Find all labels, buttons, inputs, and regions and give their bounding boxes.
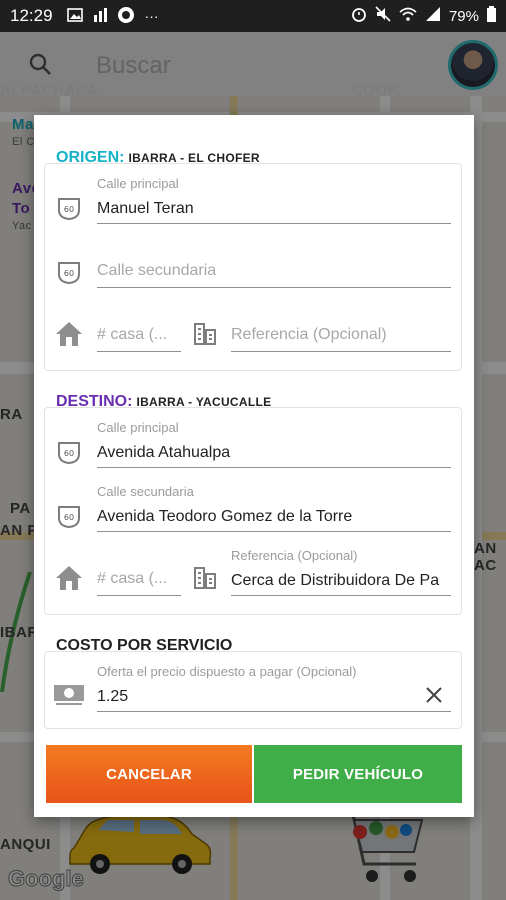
svg-text:60: 60 — [64, 205, 74, 214]
destination-main-street-label: Calle principal — [97, 420, 179, 435]
destination-reference-field[interactable]: Referencia (Opcional) Cerca de Distribui… — [231, 548, 451, 596]
clear-icon[interactable] — [425, 686, 443, 709]
destination-reference-label: Referencia (Opcional) — [231, 548, 358, 563]
price-offer-label: Oferta el precio dispuesto a pagar (Opci… — [97, 664, 357, 679]
money-icon — [53, 682, 85, 713]
destination-main-street-field[interactable]: Calle principal Avenida Atahualpa — [97, 420, 451, 468]
battery-percent: 79% — [448, 7, 479, 25]
signal-icon — [425, 7, 441, 25]
more-notifications-icon: ··· — [144, 8, 159, 24]
svg-text:60: 60 — [64, 449, 74, 458]
status-time: 12:29 — [10, 6, 53, 25]
mute-icon — [375, 6, 391, 26]
battery-icon — [487, 6, 496, 26]
origin-secondary-street-field[interactable]: Calle secundaria — [97, 240, 451, 288]
alarm-icon — [351, 6, 367, 26]
svg-text:60: 60 — [64, 513, 74, 522]
street-sign-icon: 60 — [57, 260, 81, 289]
cost-group: Oferta el precio dispuesto a pagar (Opci… — [44, 651, 462, 729]
street-sign-icon: 60 — [57, 440, 81, 469]
price-offer-value: 1.25 — [97, 688, 129, 705]
building-icon — [193, 566, 217, 595]
cancel-button[interactable]: CANCELAR — [46, 745, 252, 803]
origin-house-number-field[interactable]: # casa (... — [97, 304, 181, 352]
street-sign-icon: 60 — [57, 504, 81, 533]
destination-secondary-street-label: Calle secundaria — [97, 484, 194, 499]
origin-main-street-field[interactable]: Calle principal Manuel Teran — [97, 176, 451, 224]
svg-text:60: 60 — [64, 269, 74, 278]
building-icon — [193, 322, 217, 351]
origin-secondary-street-placeholder: Calle secundaria — [97, 262, 217, 279]
destination-group: 60 Calle principal Avenida Atahualpa 60 … — [44, 407, 462, 615]
destination-house-placeholder: # casa (... — [97, 570, 168, 587]
destination-secondary-street-value: Avenida Teodoro Gomez de la Torre — [97, 508, 353, 525]
image-notification-icon — [66, 7, 83, 25]
origin-main-street-label: Calle principal — [97, 176, 179, 191]
stats-notification-icon — [93, 7, 107, 25]
origin-main-street-value: Manuel Teran — [97, 200, 194, 217]
wifi-icon — [399, 7, 417, 25]
house-icon — [55, 564, 83, 597]
destination-reference-value: Cerca de Distribuidora De Pa — [231, 572, 440, 589]
origin-group: 60 Calle principal Manuel Teran 60 Calle… — [44, 163, 462, 371]
destination-main-street-value: Avenida Atahualpa — [97, 444, 231, 461]
request-vehicle-button[interactable]: PEDIR VEHÍCULO — [254, 745, 462, 803]
destination-house-number-field[interactable]: # casa (... — [97, 548, 181, 596]
destination-secondary-street-field[interactable]: Calle secundaria Avenida Teodoro Gomez d… — [97, 484, 451, 532]
origin-reference-placeholder: Referencia (Opcional) — [231, 326, 387, 343]
street-sign-icon: 60 — [57, 196, 81, 225]
price-offer-field[interactable]: Oferta el precio dispuesto a pagar (Opci… — [97, 664, 451, 712]
house-icon — [55, 320, 83, 353]
status-bar: 12:29 ··· 79% — [0, 0, 506, 32]
origin-reference-field[interactable]: Referencia (Opcional) — [231, 304, 451, 352]
origin-house-placeholder: # casa (... — [97, 326, 168, 343]
app-notification-icon — [117, 6, 135, 27]
trip-request-dialog: ORIGEN: IBARRA - EL CHOFER 60 Calle princ… — [34, 115, 474, 817]
